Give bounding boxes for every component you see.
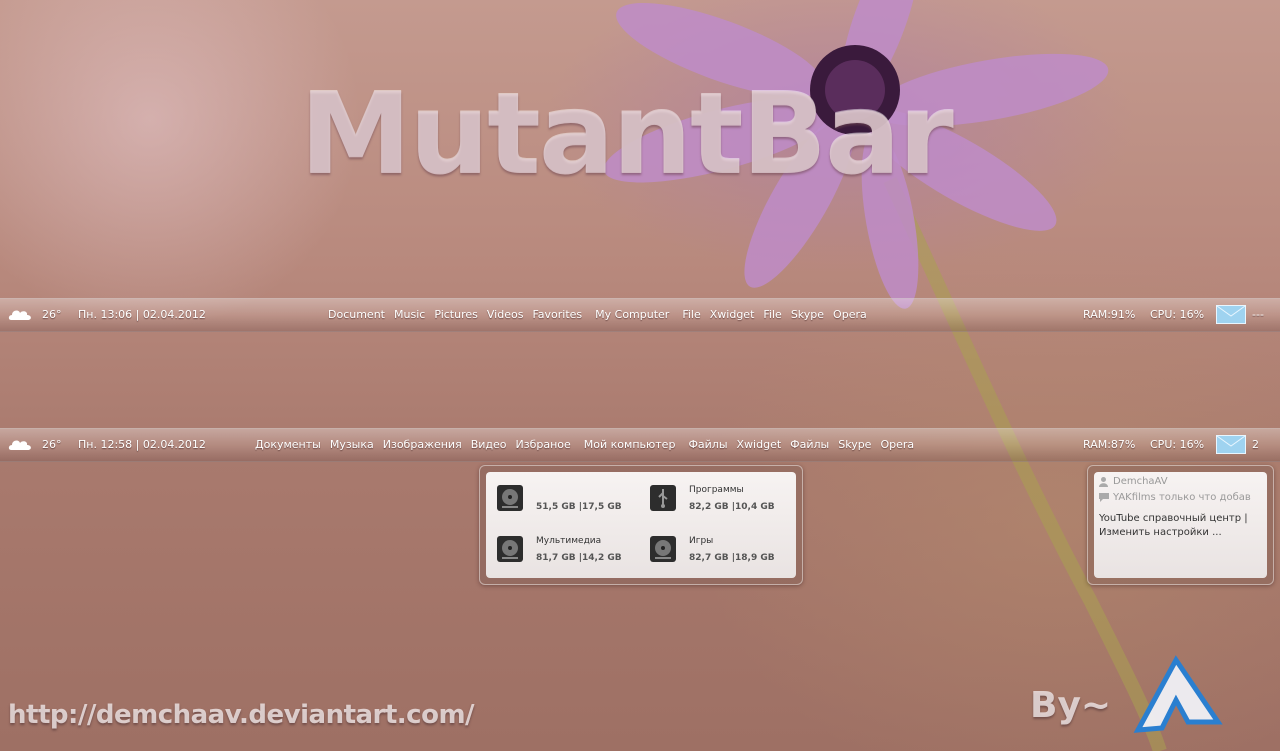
menu-item-xwidget[interactable]: Xwidget: [737, 438, 782, 451]
author-logo-icon: [1133, 655, 1223, 733]
cpu-usage: CPU: 16%: [1150, 438, 1205, 451]
skype-notification[interactable]: YAKfilms только что добав: [1113, 492, 1265, 503]
hard-drive-icon: [497, 485, 523, 511]
skype-username: DemchaAV: [1113, 476, 1168, 487]
drive-item[interactable]: 51,5 GB |17,5 GB: [496, 484, 646, 520]
temperature: 26°: [42, 308, 62, 321]
mail-icon[interactable]: [1216, 435, 1246, 454]
launcher-menu: Document Music Pictures Videos Favorites…: [328, 308, 876, 321]
weather-cloud-icon[interactable]: [7, 307, 33, 323]
cpu-usage: CPU: 16%: [1150, 308, 1205, 321]
my-computer-panel: 51,5 GB |17,5 GB Программы 82,2 GB |10,4…: [479, 465, 803, 585]
drive-size: 82,2 GB |10,4 GB: [689, 502, 775, 512]
menu-item-my-computer[interactable]: Мой компьютер: [584, 438, 676, 451]
menu-item-music[interactable]: Музыка: [330, 438, 374, 451]
user-icon: [1099, 477, 1108, 487]
menu-item-documents[interactable]: Документы: [255, 438, 321, 451]
menu-item-xwidget[interactable]: Xwidget: [710, 308, 755, 321]
drive-item[interactable]: Игры 82,7 GB |18,9 GB: [649, 535, 799, 571]
menu-item-music[interactable]: Music: [394, 308, 425, 321]
drives-list: 51,5 GB |17,5 GB Программы 82,2 GB |10,4…: [486, 472, 796, 578]
menu-item-video[interactable]: Видео: [471, 438, 507, 451]
clock-date: Пн. 13:06 | 02.04.2012: [78, 308, 206, 321]
menu-item-files-2[interactable]: Файлы: [790, 438, 829, 451]
author-url: http://demchaav.deviantart.com/: [8, 700, 475, 730]
ram-usage: RAM:87%: [1083, 438, 1136, 451]
menu-item-my-computer[interactable]: My Computer: [595, 308, 669, 321]
taskbar-bottom: 26° Пн. 12:58 | 02.04.2012 Документы Муз…: [0, 428, 1280, 462]
drive-size: 81,7 GB |14,2 GB: [536, 553, 622, 563]
temperature: 26°: [42, 438, 62, 451]
skype-message[interactable]: YouTube справочный центр | Изменить наст…: [1099, 512, 1269, 540]
skype-panel: DemchaAV YAKfilms только что добав YouTu…: [1087, 465, 1274, 585]
menu-item-document[interactable]: Document: [328, 308, 385, 321]
drive-name: Мультимедиа: [536, 536, 602, 546]
hard-drive-icon: [650, 536, 676, 562]
drive-size: 51,5 GB |17,5 GB: [536, 502, 622, 512]
menu-item-favorites[interactable]: Favorites: [532, 308, 582, 321]
mail-icon[interactable]: [1216, 305, 1246, 324]
by-label: By~: [1030, 685, 1112, 726]
hard-drive-icon: [497, 536, 523, 562]
chat-bubble-icon: [1099, 493, 1109, 502]
skype-content: DemchaAV YAKfilms только что добав YouTu…: [1094, 472, 1267, 578]
drive-item[interactable]: Мультимедиа 81,7 GB |14,2 GB: [496, 535, 646, 571]
menu-item-skype[interactable]: Skype: [791, 308, 824, 321]
menu-item-skype[interactable]: Skype: [838, 438, 871, 451]
drive-name: Игры: [689, 536, 714, 546]
menu-item-opera[interactable]: Opera: [833, 308, 867, 321]
menu-item-videos[interactable]: Videos: [487, 308, 524, 321]
menu-item-pictures[interactable]: Pictures: [434, 308, 478, 321]
mail-count: 2: [1252, 438, 1259, 451]
clock-date: Пн. 12:58 | 02.04.2012: [78, 438, 206, 451]
weather-cloud-icon[interactable]: [7, 437, 33, 453]
taskbar-top: 26° Пн. 13:06 | 02.04.2012 Document Musi…: [0, 298, 1280, 332]
menu-item-file-2[interactable]: File: [763, 308, 781, 321]
launcher-menu: Документы Музыка Изображения Видео Избра…: [255, 438, 923, 451]
mutantbar-title: MutantBar: [300, 70, 954, 200]
drive-item[interactable]: Программы 82,2 GB |10,4 GB: [649, 484, 799, 520]
ram-usage: RAM:91%: [1083, 308, 1136, 321]
menu-item-favorites[interactable]: Избраное: [516, 438, 571, 451]
menu-item-files[interactable]: Файлы: [688, 438, 727, 451]
menu-item-file[interactable]: File: [682, 308, 700, 321]
menu-item-images[interactable]: Изображения: [383, 438, 462, 451]
usb-drive-icon: [650, 485, 676, 511]
drive-name: Программы: [689, 485, 744, 495]
mail-count: ---: [1252, 308, 1264, 321]
menu-item-opera[interactable]: Opera: [880, 438, 914, 451]
drive-size: 82,7 GB |18,9 GB: [689, 553, 775, 563]
